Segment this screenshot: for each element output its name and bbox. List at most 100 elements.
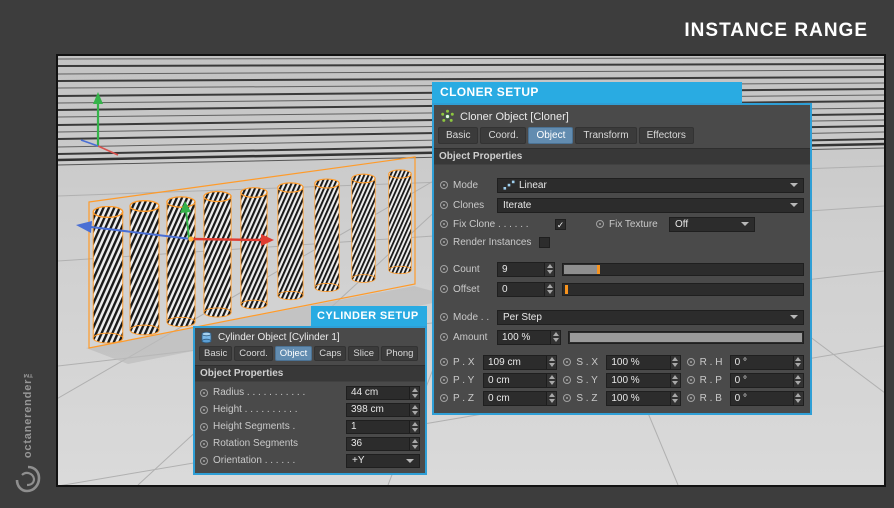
count-slider[interactable]	[562, 262, 804, 276]
offset-field[interactable]: 0	[497, 281, 555, 297]
height-field[interactable]: 398 cm	[346, 402, 420, 417]
amount-slider[interactable]	[568, 330, 804, 344]
stepper[interactable]	[546, 373, 557, 387]
keyframe-circle-icon[interactable]	[686, 394, 695, 402]
rotation-segments-field[interactable]: 36	[346, 436, 420, 451]
rb-field[interactable]: 0 °	[729, 390, 804, 406]
orientation-row: Orientation . . . . . . +Y	[200, 452, 420, 469]
stepper[interactable]	[792, 373, 803, 387]
render-instances-checkbox[interactable]	[539, 236, 551, 248]
stepper[interactable]	[544, 282, 554, 296]
cylinder-object-title: Cylinder Object [Cylinder 1]	[218, 332, 340, 343]
tab-object[interactable]: Object	[274, 346, 313, 361]
cylinder-object-title-row: Cylinder Object [Cylinder 1]	[195, 328, 425, 346]
keyframe-circle-icon[interactable]	[200, 422, 208, 431]
py-field[interactable]: 0 cm	[483, 372, 558, 388]
sy-field[interactable]: 100 %	[606, 372, 681, 388]
clones-row: Clones Iterate	[440, 195, 804, 215]
radius-row: Radius . . . . . . . . . . . 44 cm	[200, 384, 420, 401]
tab-basic[interactable]: Basic	[438, 127, 479, 144]
tab-effectors[interactable]: Effectors	[638, 127, 694, 144]
amount-field[interactable]: 100 %	[497, 329, 561, 345]
clones-dropdown[interactable]: Iterate	[497, 197, 804, 213]
cloner-setup-header: CLONER SETUP	[432, 82, 742, 103]
tab-slice[interactable]: Slice	[348, 346, 379, 361]
fix-texture-dropdown[interactable]: Off	[669, 216, 755, 232]
cloner-setup-panel: CLONER SETUP Cloner Object [Cloner] Basi…	[432, 82, 812, 415]
keyframe-circle-icon[interactable]	[200, 405, 208, 414]
radius-field[interactable]: 44 cm	[346, 385, 420, 400]
keyframe-circle-icon[interactable]	[440, 394, 448, 402]
keyframe-circle-icon[interactable]	[440, 358, 448, 366]
tab-object[interactable]: Object	[528, 127, 574, 144]
fix-clone-label: Fix Clone . . . . . .	[453, 218, 529, 230]
stepper[interactable]	[544, 262, 554, 276]
tab-transform[interactable]: Transform	[575, 127, 637, 144]
radius-label: Radius . . . . . . . . . . .	[213, 387, 306, 398]
stepper[interactable]	[409, 403, 419, 416]
mode-dropdown[interactable]: Linear	[497, 177, 804, 193]
stepper[interactable]	[669, 355, 680, 369]
pz-label: P . Z	[453, 392, 474, 404]
stepper[interactable]	[669, 373, 680, 387]
stepper[interactable]	[669, 391, 680, 405]
mode-row: Mode Linear	[440, 175, 804, 195]
stepper[interactable]	[546, 391, 557, 405]
sz-field[interactable]: 100 %	[606, 390, 681, 406]
chevron-down-icon	[790, 203, 798, 207]
rb-label: R . B	[699, 392, 722, 404]
keyframe-circle-icon[interactable]	[563, 394, 572, 402]
page-title: INSTANCE RANGE	[684, 20, 868, 41]
px-field[interactable]: 109 cm	[483, 354, 558, 370]
stepper[interactable]	[409, 437, 419, 450]
keyframe-circle-icon[interactable]	[200, 456, 208, 465]
keyframe-circle-icon[interactable]	[440, 313, 448, 321]
keyframe-circle-icon[interactable]	[596, 220, 604, 228]
fix-clone-checkbox[interactable]	[555, 218, 566, 230]
stepper[interactable]	[550, 330, 560, 344]
keyframe-circle-icon[interactable]	[686, 376, 695, 384]
height-segments-field[interactable]: 1	[346, 419, 420, 434]
height-segments-row: Height Segments . 1	[200, 418, 420, 435]
keyframe-circle-icon[interactable]	[440, 238, 448, 246]
chevron-down-icon	[406, 458, 414, 463]
stepper[interactable]	[409, 386, 419, 399]
sz-label: S . Z	[576, 392, 598, 404]
keyframe-circle-icon[interactable]	[440, 181, 448, 189]
keyframe-circle-icon[interactable]	[440, 285, 448, 293]
orientation-label: Orientation . . . . . .	[213, 455, 296, 466]
stepper[interactable]	[792, 391, 803, 405]
keyframe-circle-icon[interactable]	[563, 376, 572, 384]
stepper[interactable]	[792, 355, 803, 369]
height-row: Height . . . . . . . . . . 398 cm	[200, 401, 420, 418]
stepper[interactable]	[409, 420, 419, 433]
offset-slider[interactable]	[562, 282, 804, 296]
cylinder-setup-panel: CYLINDER SETUP Cylinder Object [Cylinder…	[193, 306, 427, 475]
tab-basic[interactable]: Basic	[199, 346, 233, 361]
stepper[interactable]	[546, 355, 557, 369]
keyframe-circle-icon[interactable]	[440, 220, 448, 228]
tab-coord[interactable]: Coord.	[234, 346, 273, 361]
keyframe-circle-icon[interactable]	[200, 388, 208, 397]
pz-field[interactable]: 0 cm	[483, 390, 558, 406]
keyframe-circle-icon[interactable]	[440, 201, 448, 209]
cloner-object-icon	[441, 109, 454, 122]
keyframe-circle-icon[interactable]	[440, 376, 448, 384]
keyframe-circle-icon[interactable]	[440, 333, 448, 341]
tab-phong[interactable]: Phong	[381, 346, 419, 361]
cloner-tabs: Basic Coord. Object Transform Effectors	[434, 127, 810, 148]
tab-coord[interactable]: Coord.	[480, 127, 527, 144]
count-field[interactable]: 9	[497, 261, 555, 277]
rh-field[interactable]: 0 °	[729, 354, 804, 370]
keyframe-circle-icon[interactable]	[686, 358, 695, 366]
orientation-dropdown[interactable]: +Y	[346, 453, 420, 468]
keyframe-circle-icon[interactable]	[563, 358, 572, 366]
sx-field[interactable]: 100 %	[606, 354, 681, 370]
rotation-segments-row: Rotation Segments 36	[200, 435, 420, 452]
rp-field[interactable]: 0 °	[729, 372, 804, 388]
keyframe-circle-icon[interactable]	[200, 439, 208, 448]
step-mode-dropdown[interactable]: Per Step	[497, 309, 804, 325]
keyframe-circle-icon[interactable]	[440, 265, 448, 273]
tab-caps[interactable]: Caps	[314, 346, 347, 361]
chevron-down-icon	[741, 222, 749, 226]
